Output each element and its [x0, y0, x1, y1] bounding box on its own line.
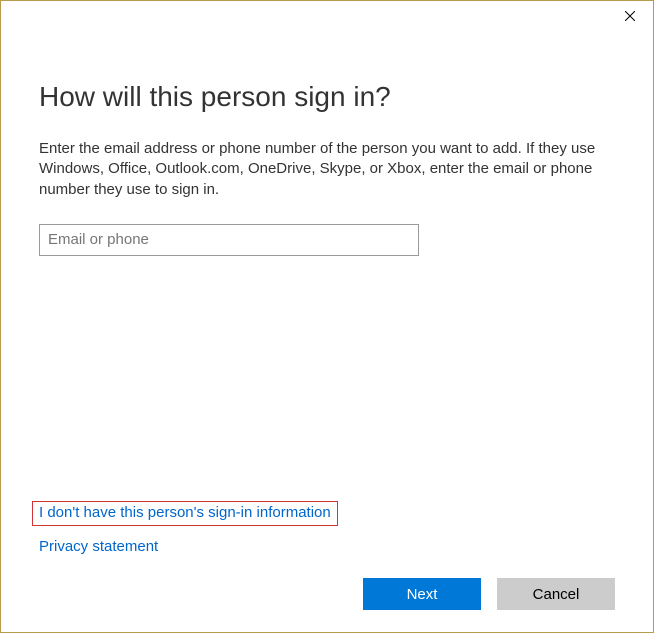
button-row: Next Cancel — [39, 574, 615, 610]
close-button[interactable] — [607, 1, 653, 31]
dialog-content: How will this person sign in? Enter the … — [1, 33, 653, 632]
email-or-phone-input[interactable] — [39, 224, 419, 256]
next-button[interactable]: Next — [363, 578, 481, 610]
no-signin-info-link[interactable]: I don't have this person's sign-in infor… — [39, 504, 331, 521]
titlebar — [1, 1, 653, 33]
close-icon — [625, 11, 635, 21]
dialog-description: Enter the email address or phone number … — [39, 139, 599, 200]
highlight-annotation: I don't have this person's sign-in infor… — [32, 501, 338, 526]
cancel-button[interactable]: Cancel — [497, 578, 615, 610]
dialog-heading: How will this person sign in? — [39, 81, 615, 113]
privacy-statement-link[interactable]: Privacy statement — [39, 538, 158, 555]
add-user-dialog: How will this person sign in? Enter the … — [0, 0, 654, 633]
spacer — [39, 256, 615, 501]
links-section: I don't have this person's sign-in infor… — [39, 501, 615, 556]
